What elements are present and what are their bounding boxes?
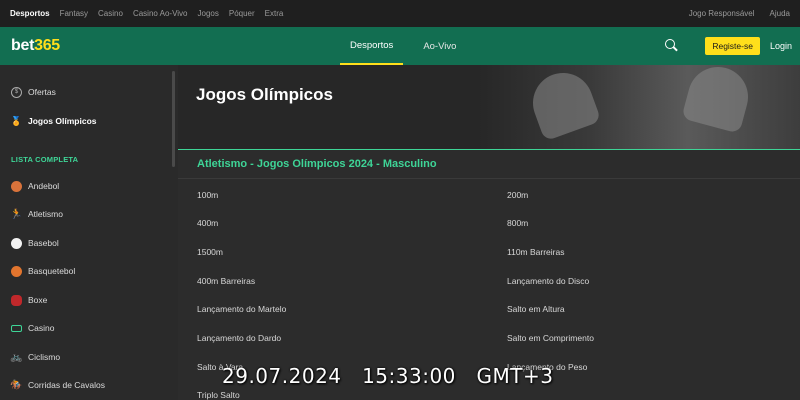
- timestamp-overlay: 29.07.2024 15:33:00 GMT+3: [222, 364, 554, 388]
- bet365-logo[interactable]: bet365: [11, 37, 60, 55]
- topbar-item-desportos[interactable]: Desportos: [10, 9, 50, 18]
- olympics-banner: Jogos Olímpicos: [178, 65, 800, 149]
- page-title: Jogos Olímpicos: [196, 85, 333, 104]
- sidebar-item-label: Basquetebol: [28, 266, 76, 276]
- topbar-item-casino[interactable]: Casino: [98, 9, 123, 18]
- event-link-400m-barreiras[interactable]: 400m Barreiras: [197, 276, 255, 286]
- bicycle-icon: 🚲: [10, 351, 23, 363]
- nav-desportos[interactable]: Desportos: [340, 27, 404, 65]
- sidebar-item-label: Basebol: [28, 238, 59, 248]
- login-button[interactable]: Login: [770, 41, 792, 51]
- logo-text: bet: [11, 37, 35, 54]
- topbar-item-casino-ao-vivo[interactable]: Casino Ao-Vivo: [133, 9, 188, 18]
- casino-icon: [11, 324, 22, 332]
- header-actions: Registe-se Login: [665, 27, 792, 65]
- event-link-lancamento-martelo[interactable]: Lançamento do Martelo: [197, 304, 286, 314]
- event-link-triplo-salto[interactable]: Triplo Salto: [197, 390, 240, 400]
- runner-icon: 🏃: [10, 208, 23, 220]
- sidebar-item-label: Ofertas: [28, 87, 56, 97]
- main-nav: Desportos Ao-Vivo: [340, 27, 476, 65]
- boxing-glove-icon: [11, 294, 22, 306]
- search-icon[interactable]: [665, 39, 679, 53]
- sidebar-item-label: Ciclismo: [28, 352, 61, 362]
- sidebar-item-ciclismo[interactable]: 🚲 Ciclismo: [10, 350, 61, 364]
- topbar-right-links: Jogo Responsável Ajuda: [689, 9, 790, 18]
- top-product-bar: Desportos Fantasy Casino Casino Ao-Vivo …: [0, 0, 800, 27]
- topbar-item-fantasy[interactable]: Fantasy: [60, 9, 88, 18]
- basketball-icon: [11, 265, 22, 277]
- topbar-item-extra[interactable]: Extra: [265, 9, 284, 18]
- event-link-400m[interactable]: 400m: [197, 218, 218, 228]
- sidebar-item-label: Boxe: [28, 295, 48, 305]
- sidebar-item-boxe[interactable]: Boxe: [11, 293, 47, 307]
- event-link-800m[interactable]: 800m: [507, 218, 528, 228]
- help-link[interactable]: Ajuda: [770, 9, 790, 18]
- sidebar-item-atletismo[interactable]: 🏃 Atletismo: [10, 207, 63, 221]
- event-link-1500m[interactable]: 1500m: [197, 247, 223, 257]
- event-link-110m-barreiras[interactable]: 110m Barreiras: [507, 247, 564, 257]
- sidebar-item-ofertas[interactable]: $ Ofertas: [11, 85, 56, 99]
- sidebar-scrollbar[interactable]: [172, 71, 175, 167]
- main-content: Jogos Olímpicos Atletismo - Jogos Olímpi…: [178, 65, 800, 400]
- sidebar-item-basquetebol[interactable]: Basquetebol: [11, 264, 75, 278]
- sidebar-item-label: Atletismo: [28, 209, 63, 219]
- sidebar-item-casino[interactable]: Casino: [11, 321, 54, 335]
- handball-icon: [11, 180, 22, 192]
- register-button[interactable]: Registe-se: [705, 37, 760, 55]
- event-link-200m[interactable]: 200m: [507, 190, 528, 200]
- event-link-lancamento-dardo[interactable]: Lançamento do Dardo: [197, 333, 281, 343]
- nav-ao-vivo[interactable]: Ao-Vivo: [413, 27, 466, 65]
- event-link-lancamento-disco[interactable]: Lançamento do Disco: [507, 276, 589, 286]
- sidebar-item-label: Corridas de Cavalos: [28, 380, 106, 390]
- topbar-item-jogos[interactable]: Jogos: [198, 9, 219, 18]
- event-link-salto-comprimento[interactable]: Salto em Comprimento: [507, 333, 594, 343]
- logo-accent-text: 365: [34, 37, 60, 54]
- sidebar-item-label: Casino: [28, 323, 55, 333]
- sidebar-item-basebol[interactable]: Basebol: [11, 236, 59, 250]
- sidebar-item-andebol[interactable]: Andebol: [11, 179, 59, 193]
- offers-icon: $: [11, 86, 22, 98]
- responsible-gaming-link[interactable]: Jogo Responsável: [689, 9, 755, 18]
- baseball-icon: [11, 237, 22, 249]
- event-link-100m[interactable]: 100m: [197, 190, 218, 200]
- sports-sidebar: $ Ofertas 🏅 Jogos Olímpicos LISTA COMPLE…: [0, 65, 178, 400]
- medal-icon: 🏅: [10, 115, 23, 126]
- event-section-header[interactable]: Atletismo - Jogos Olímpicos 2024 - Mascu…: [178, 149, 800, 179]
- full-list-heading: LISTA COMPLETA: [11, 155, 79, 164]
- sidebar-item-jogos-olimpicos[interactable]: 🏅 Jogos Olímpicos: [11, 114, 97, 128]
- topbar-item-poquer[interactable]: Póquer: [229, 9, 255, 18]
- sidebar-item-label: Jogos Olímpicos: [28, 116, 97, 126]
- sidebar-item-corridas-de-cavalos[interactable]: 🏇 Corridas de Cavalos: [10, 378, 106, 392]
- horse-racing-icon: 🏇: [10, 379, 23, 391]
- main-header: bet365 Desportos Ao-Vivo Registe-se Logi…: [0, 27, 800, 65]
- event-section-title: Atletismo - Jogos Olímpicos 2024 - Mascu…: [197, 158, 437, 170]
- sidebar-item-label: Andebol: [28, 181, 60, 191]
- banner-background-image: [478, 65, 800, 149]
- event-link-salto-altura[interactable]: Salto em Altura: [507, 304, 565, 314]
